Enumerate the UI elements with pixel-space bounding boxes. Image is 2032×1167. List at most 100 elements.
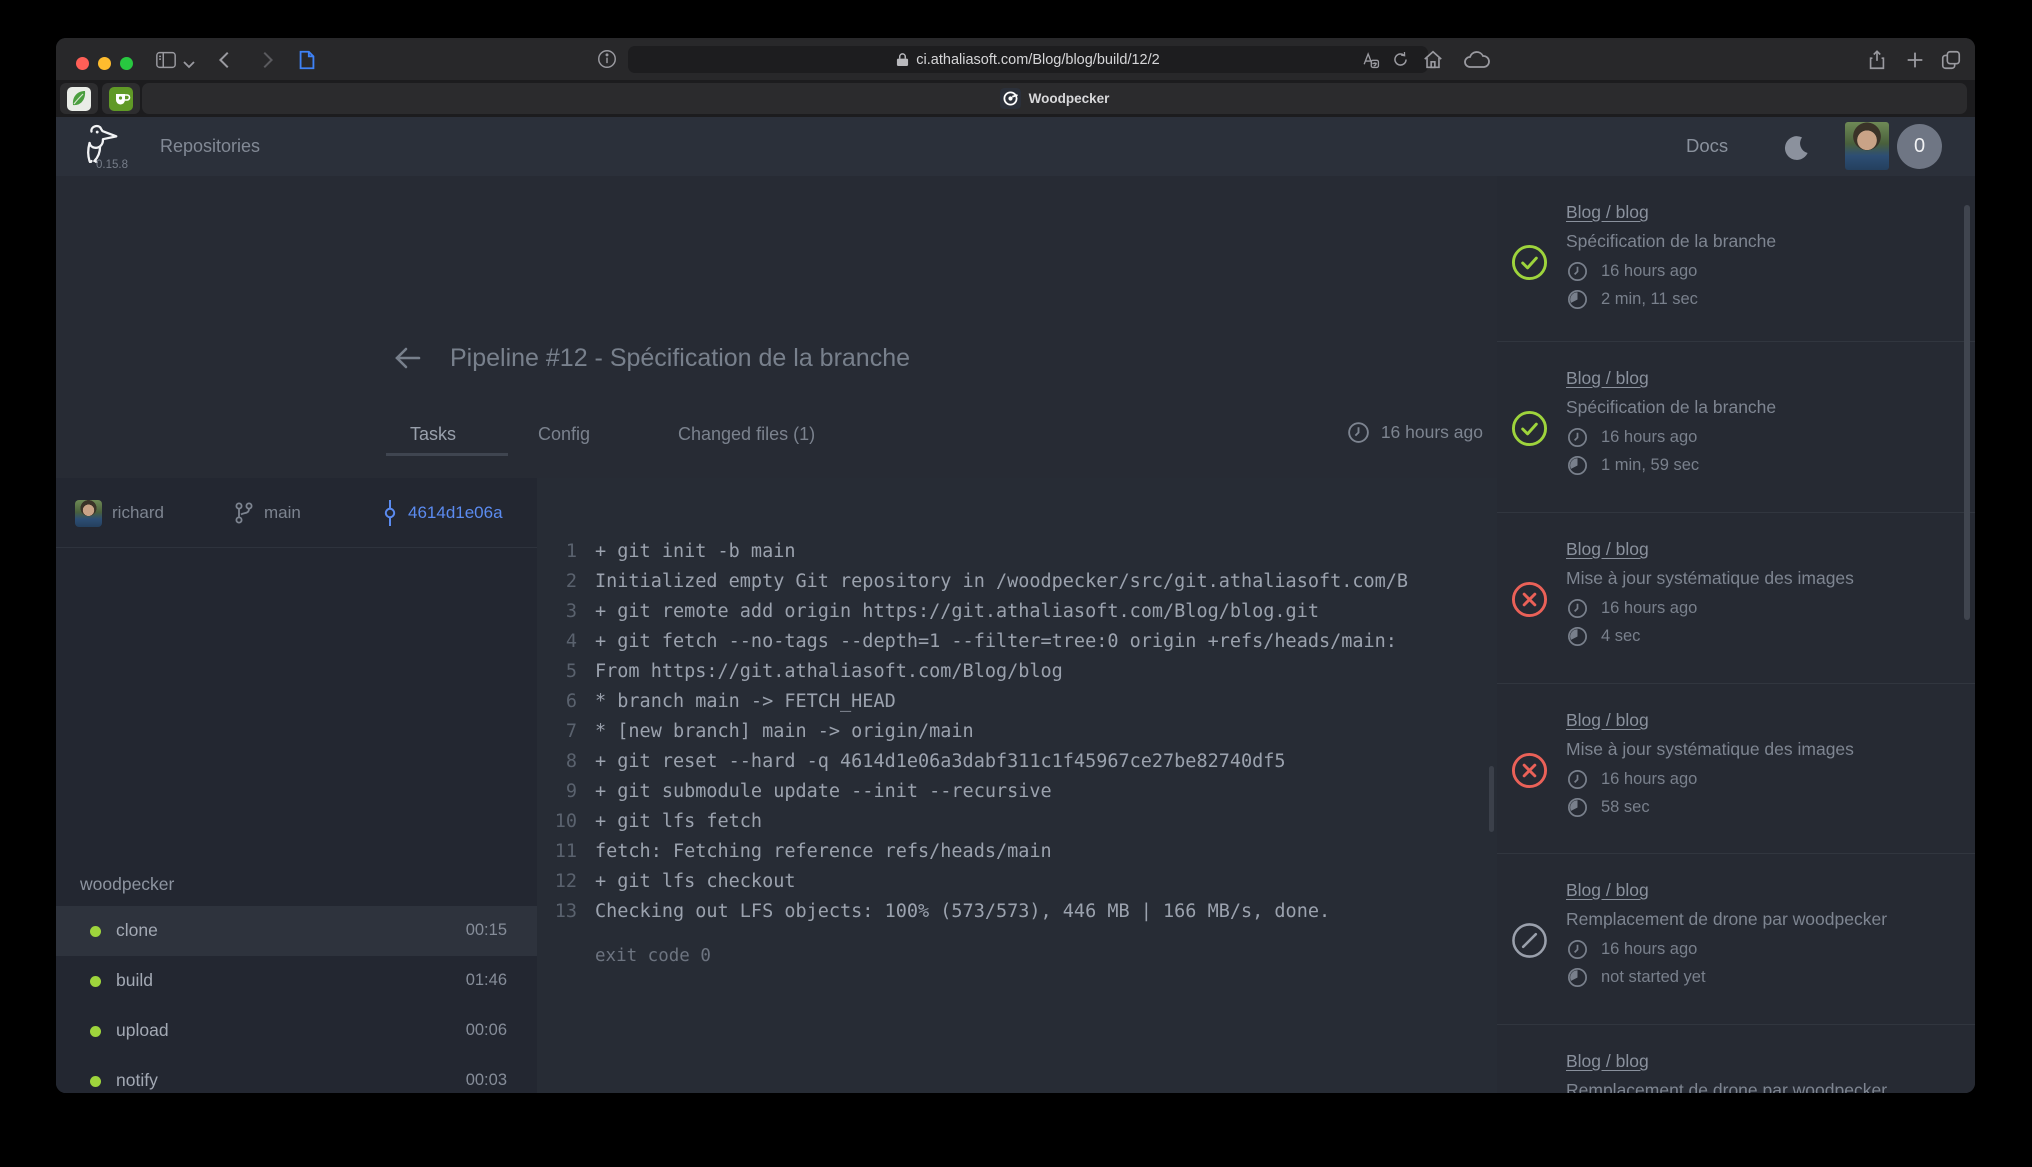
duration-icon [1566, 454, 1589, 477]
pipeline-main: Pipeline #12 - Spécification de la branc… [56, 176, 1497, 1093]
commit-hash-link[interactable]: 4614d1e06a [408, 503, 503, 523]
commit-message: Spécification de la branche [1566, 231, 1776, 252]
app-header: 0.15.8 Repositories Docs 0 [56, 117, 1975, 176]
pipeline-duration: 2 min, 11 sec [1601, 290, 1698, 309]
new-tab-icon[interactable] [1904, 49, 1926, 71]
tab-config[interactable]: Config [538, 424, 590, 445]
pipeline-duration: 1 min, 59 sec [1601, 456, 1699, 475]
pipeline-card[interactable]: Blog / blog Remplacement de drone par wo… [1497, 1024, 1975, 1093]
woodpecker-favicon [1000, 88, 1021, 109]
cloud-icon[interactable] [1462, 49, 1492, 71]
tab-changed-files[interactable]: Changed files (1) [678, 424, 815, 445]
share-icon[interactable] [1866, 49, 1888, 71]
pipeline-time: 16 hours ago [1601, 262, 1697, 281]
address-bar[interactable]: ci.athaliasoft.com/Blog/blog/build/12/2 [628, 46, 1428, 73]
browser-window: ci.athaliasoft.com/Blog/blog/build/12/2 [56, 38, 1975, 1093]
step-notify[interactable]: notify 00:03 [56, 1056, 537, 1093]
failure-icon [1511, 752, 1548, 789]
pipeline-title: Pipeline #12 - Spécification de la branc… [450, 344, 910, 373]
sidebar-toggle-icon[interactable] [155, 49, 177, 71]
skipped-icon [1511, 922, 1548, 959]
clock-icon [1566, 938, 1589, 961]
workflow-name: woodpecker [80, 874, 174, 895]
pipeline-card[interactable]: Blog / blog Spécification de la branche … [1497, 176, 1975, 341]
pipeline-time: 16 hours ago [1601, 599, 1697, 618]
tab-tasks[interactable]: Tasks [410, 424, 456, 445]
step-name: notify [116, 1070, 158, 1091]
commit-message: Remplacement de drone par woodpecker [1566, 909, 1887, 930]
pipeline-created-time: 16 hours ago [1381, 422, 1483, 443]
log-line: 1+ git init -b main [537, 541, 1497, 571]
step-clone[interactable]: clone 00:15 [56, 906, 537, 956]
reload-icon[interactable] [1391, 50, 1410, 69]
back-icon[interactable] [214, 49, 236, 71]
repo-link[interactable]: Blog / blog [1566, 880, 1649, 901]
chevron-down-icon[interactable] [183, 54, 195, 76]
step-name: clone [116, 920, 158, 941]
step-status-dot [90, 1076, 101, 1087]
tab-overview-icon[interactable] [1940, 49, 1962, 71]
page-scrollbar-thumb[interactable] [1964, 205, 1970, 620]
notification-badge[interactable]: 0 [1897, 124, 1942, 169]
step-upload[interactable]: upload 00:06 [56, 1006, 537, 1056]
user-avatar[interactable] [1845, 122, 1889, 170]
duration-icon [1566, 966, 1589, 989]
translate-icon[interactable] [1361, 50, 1380, 69]
tab-woodpecker[interactable]: Woodpecker [142, 83, 1967, 114]
repo-link[interactable]: Blog / blog [1566, 710, 1649, 731]
clock-icon [1566, 260, 1589, 283]
home-icon[interactable] [1422, 49, 1444, 71]
tab-title: Woodpecker [1029, 91, 1110, 106]
log-output[interactable]: 1+ git init -b main 2Initialized empty G… [537, 478, 1497, 1093]
pipeline-card[interactable]: Blog / blog Spécification de la branche … [1497, 341, 1975, 512]
success-icon [1511, 410, 1548, 447]
commit-icon [382, 500, 398, 526]
pipeline-time: 16 hours ago [1601, 770, 1697, 789]
woodpecker-logo[interactable] [78, 123, 124, 163]
branch-name: main [264, 503, 301, 523]
window-minimize-button[interactable] [98, 57, 111, 70]
pipeline-duration: not started yet [1601, 968, 1706, 987]
author-name: richard [112, 503, 164, 523]
step-name: upload [116, 1020, 169, 1041]
docs-link[interactable]: Docs [1686, 135, 1728, 157]
nav-repositories[interactable]: Repositories [160, 136, 260, 157]
clock-icon [1566, 426, 1589, 449]
pinned-tab-gitea[interactable] [102, 83, 140, 114]
info-icon[interactable] [596, 48, 618, 70]
log-line: 5From https://git.athaliasoft.com/Blog/b… [537, 661, 1497, 691]
repo-link[interactable]: Blog / blog [1566, 202, 1649, 223]
log-line: 13Checking out LFS objects: 100% (573/57… [537, 901, 1497, 931]
repo-link[interactable]: Blog / blog [1566, 539, 1649, 560]
pinned-tab-leaf[interactable] [60, 83, 98, 114]
log-line: 9+ git submodule update --init --recursi… [537, 781, 1497, 811]
log-line: 10+ git lfs fetch [537, 811, 1497, 841]
dark-mode-moon-icon[interactable] [1782, 133, 1812, 163]
step-status-dot [90, 1026, 101, 1037]
window-zoom-button[interactable] [120, 57, 133, 70]
clock-icon [1566, 768, 1589, 791]
steps-panel: richard main 4614d1e06a woodpecker [56, 478, 537, 1093]
url-text: ci.athaliasoft.com/Blog/blog/build/12/2 [916, 52, 1159, 68]
log-scrollbar-thumb[interactable] [1489, 766, 1494, 832]
back-arrow-button[interactable] [390, 340, 426, 376]
repo-link[interactable]: Blog / blog [1566, 1051, 1649, 1072]
browser-toolbar: ci.athaliasoft.com/Blog/blog/build/12/2 [56, 38, 1975, 80]
build-info-row: richard main 4614d1e06a [56, 478, 537, 548]
log-line: 6* branch main -> FETCH_HEAD [537, 691, 1497, 721]
pipeline-card[interactable]: Blog / blog Mise à jour systématique des… [1497, 512, 1975, 683]
log-line: 11fetch: Fetching reference refs/heads/m… [537, 841, 1497, 871]
log-line: 2Initialized empty Git repository in /wo… [537, 571, 1497, 601]
pipeline-card[interactable]: Blog / blog Mise à jour systématique des… [1497, 683, 1975, 853]
active-tab-underline [386, 453, 508, 456]
step-build[interactable]: build 01:46 [56, 956, 537, 1006]
commit-message: Mise à jour systématique des images [1566, 739, 1854, 760]
forward-icon[interactable] [256, 49, 278, 71]
pipeline-card[interactable]: Blog / blog Remplacement de drone par wo… [1497, 853, 1975, 1024]
clock-icon [1346, 420, 1371, 445]
leaf-favicon [67, 87, 91, 111]
reader-page-icon[interactable] [296, 49, 318, 71]
repo-link[interactable]: Blog / blog [1566, 368, 1649, 389]
window-close-button[interactable] [76, 57, 89, 70]
app-version: 0.15.8 [80, 159, 144, 171]
